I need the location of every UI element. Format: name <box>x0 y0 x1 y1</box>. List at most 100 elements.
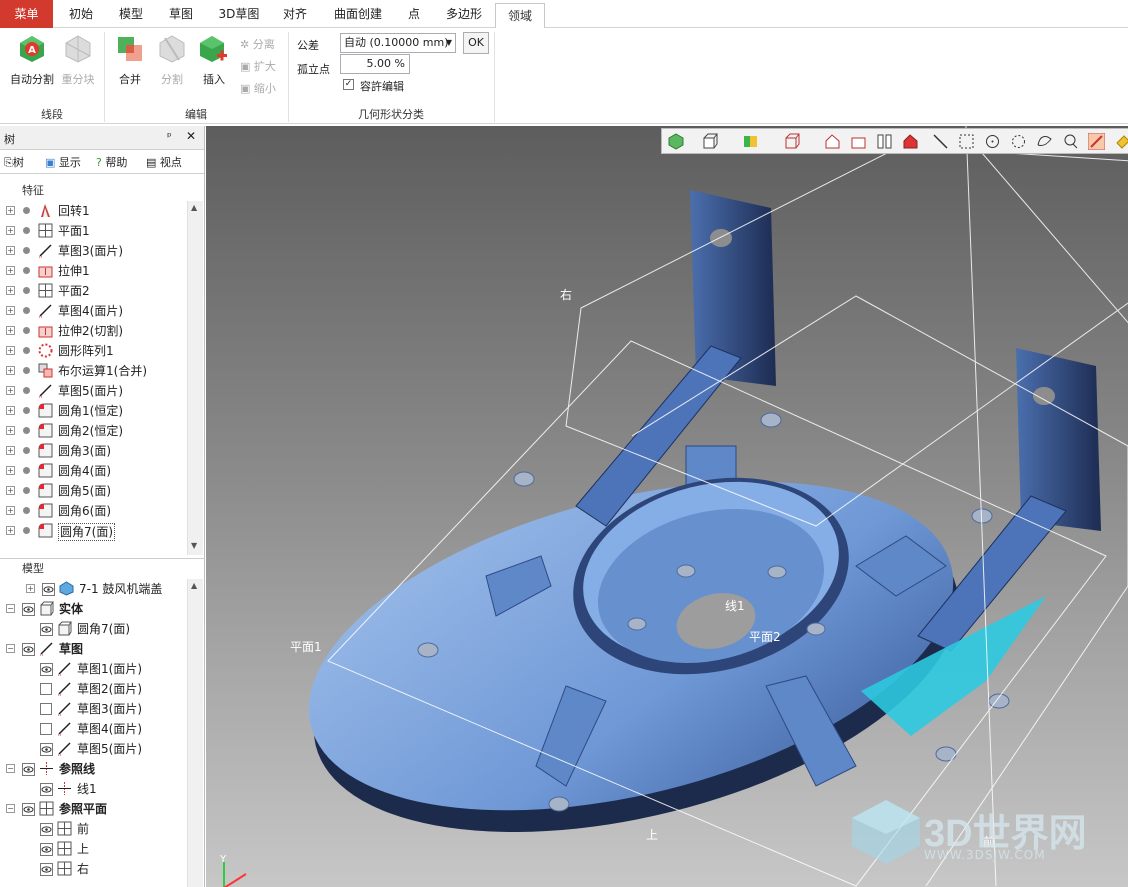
expand-icon[interactable]: + <box>6 206 15 215</box>
feature-item[interactable]: + 回转1 <box>0 201 186 221</box>
tab-surface-create[interactable]: 曲面创建 <box>325 0 391 28</box>
model-tree-item[interactable]: 右 <box>0 859 186 879</box>
expand-icon[interactable]: + <box>6 526 15 535</box>
allow-edit-checkbox[interactable]: ✓ <box>343 79 354 90</box>
tab-display[interactable]: ▣ 显示 <box>45 154 81 170</box>
brush-select-icon[interactable] <box>1088 133 1105 150</box>
model-tree-item[interactable]: 上 <box>0 839 186 859</box>
tab-region[interactable]: 领域 <box>495 3 545 29</box>
scroll-down-icon[interactable]: ▼ <box>191 541 197 550</box>
house-view-icon[interactable] <box>902 133 919 150</box>
tab-viewpoint[interactable]: ▤ 视点 <box>146 154 182 170</box>
feature-item[interactable]: + 圆角7(面) <box>0 521 186 541</box>
expand-icon[interactable]: + <box>6 446 15 455</box>
model-category-item[interactable]: − 草图 <box>0 639 186 659</box>
tab-polygon[interactable]: 多边形 <box>440 0 488 28</box>
section-view-icon[interactable] <box>824 133 841 150</box>
expand-button[interactable]: ▣ 扩大 <box>240 58 276 74</box>
model-tree-item[interactable]: 草图5(面片) <box>0 739 186 759</box>
visibility-eye-icon[interactable] <box>40 662 53 676</box>
expand-icon[interactable]: + <box>6 246 15 255</box>
tab-help[interactable]: ? 帮助 <box>96 154 127 170</box>
expand-icon[interactable]: + <box>6 406 15 415</box>
tab-3d-sketch[interactable]: 3D草图 <box>212 0 266 28</box>
visibility-eye-icon[interactable] <box>40 742 53 756</box>
visibility-eye-icon[interactable] <box>40 622 53 636</box>
tab-tree[interactable]: ⎘树 <box>4 154 24 170</box>
separate-button[interactable]: ✲ 分离 <box>240 36 275 52</box>
visibility-eye-icon[interactable] <box>22 642 35 656</box>
collapse-icon[interactable]: − <box>6 804 15 813</box>
box-view-icon[interactable] <box>702 133 719 150</box>
feature-item[interactable]: + 草图5(面片) <box>0 381 186 401</box>
lasso-select-icon[interactable] <box>1062 133 1079 150</box>
model-category-item[interactable]: − 参照平面 <box>0 799 186 819</box>
model-tree-item[interactable]: +7-1 鼓风机端盖 <box>0 579 186 599</box>
feature-item[interactable]: + 圆角3(面) <box>0 441 186 461</box>
feature-item[interactable]: + 圆角4(面) <box>0 461 186 481</box>
plane-view-icon[interactable] <box>850 133 867 150</box>
scroll-up-icon[interactable]: ▲ <box>191 203 197 212</box>
tab-sketch[interactable]: 草图 <box>160 0 202 28</box>
feature-scrollbar[interactable]: ▲ ▼ <box>187 201 203 555</box>
model-tree-item[interactable]: 前 <box>0 819 186 839</box>
paint-icon[interactable] <box>1114 133 1128 150</box>
expand-icon[interactable]: + <box>6 466 15 475</box>
visibility-checkbox[interactable] <box>40 703 52 715</box>
expand-icon[interactable]: + <box>6 266 15 275</box>
pin-icon[interactable]: ᵖ <box>167 130 172 143</box>
expand-icon[interactable]: + <box>6 486 15 495</box>
feature-item[interactable]: + 圆角5(面) <box>0 481 186 501</box>
cube-view-icon[interactable] <box>784 133 801 150</box>
freeform-select-icon[interactable] <box>1036 133 1053 150</box>
visibility-eye-icon[interactable] <box>42 582 55 596</box>
feature-item[interactable]: + 草图3(面片) <box>0 241 186 261</box>
model-category-item[interactable]: − 实体 <box>0 599 186 619</box>
feature-item[interactable]: + 平面1 <box>0 221 186 241</box>
polygon-select-icon[interactable] <box>1010 133 1027 150</box>
tolerance-select[interactable]: 自动 (0.10000 mm) ▼ <box>340 33 456 53</box>
line-select-icon[interactable] <box>932 133 949 150</box>
model-category-item[interactable]: − 参照线 <box>0 759 186 779</box>
isolated-points-input[interactable]: 5.00 % <box>340 54 410 74</box>
visibility-eye-icon[interactable] <box>22 762 35 776</box>
model-tree-item[interactable]: 圆角7(面) <box>0 619 186 639</box>
model-tree-item[interactable]: 草图2(面片) <box>0 679 186 699</box>
collapse-icon[interactable]: − <box>6 764 15 773</box>
feature-item[interactable]: + 拉伸2(切割) <box>0 321 186 341</box>
visibility-eye-icon[interactable] <box>40 842 53 856</box>
feature-item[interactable]: + 平面2 <box>0 281 186 301</box>
re-block-button[interactable]: 重分块 <box>58 34 98 87</box>
model-tree-item[interactable]: 草图4(面片) <box>0 719 186 739</box>
expand-icon[interactable]: + <box>6 286 15 295</box>
merge-button[interactable]: 合并 <box>110 34 150 87</box>
split-button[interactable]: 分割 <box>152 34 192 87</box>
circle-select-icon[interactable] <box>984 133 1001 150</box>
feature-item[interactable]: + 草图4(面片) <box>0 301 186 321</box>
shrink-button[interactable]: ▣ 缩小 <box>240 80 276 96</box>
expand-icon[interactable]: + <box>6 306 15 315</box>
feature-item[interactable]: + 圆角1(恒定) <box>0 401 186 421</box>
feature-item[interactable]: + 圆角2(恒定) <box>0 421 186 441</box>
tab-align[interactable]: 对齐 <box>274 0 316 28</box>
feature-item[interactable]: + 圆角6(面) <box>0 501 186 521</box>
expand-icon[interactable]: + <box>6 506 15 515</box>
visibility-eye-icon[interactable] <box>22 602 35 616</box>
scroll-up-icon[interactable]: ▲ <box>191 581 197 590</box>
expand-icon[interactable]: + <box>6 426 15 435</box>
visibility-eye-icon[interactable] <box>40 782 53 796</box>
render-mode-icon[interactable] <box>668 133 685 150</box>
model-scrollbar[interactable]: ▲ <box>187 579 203 887</box>
expand-icon[interactable]: + <box>6 346 15 355</box>
model-tree-item[interactable]: 草图3(面片) <box>0 699 186 719</box>
mirror-view-icon[interactable] <box>876 133 893 150</box>
close-icon[interactable]: ✕ <box>186 129 196 143</box>
collapse-icon[interactable]: − <box>6 644 15 653</box>
model-tree-item[interactable]: 线1 <box>0 779 186 799</box>
feature-item[interactable]: + 圆形阵列1 <box>0 341 186 361</box>
expand-icon[interactable]: + <box>6 226 15 235</box>
visibility-checkbox[interactable] <box>40 723 52 735</box>
expand-icon[interactable]: + <box>26 584 35 593</box>
collapse-icon[interactable]: − <box>6 604 15 613</box>
tab-point[interactable]: 点 <box>396 0 432 28</box>
